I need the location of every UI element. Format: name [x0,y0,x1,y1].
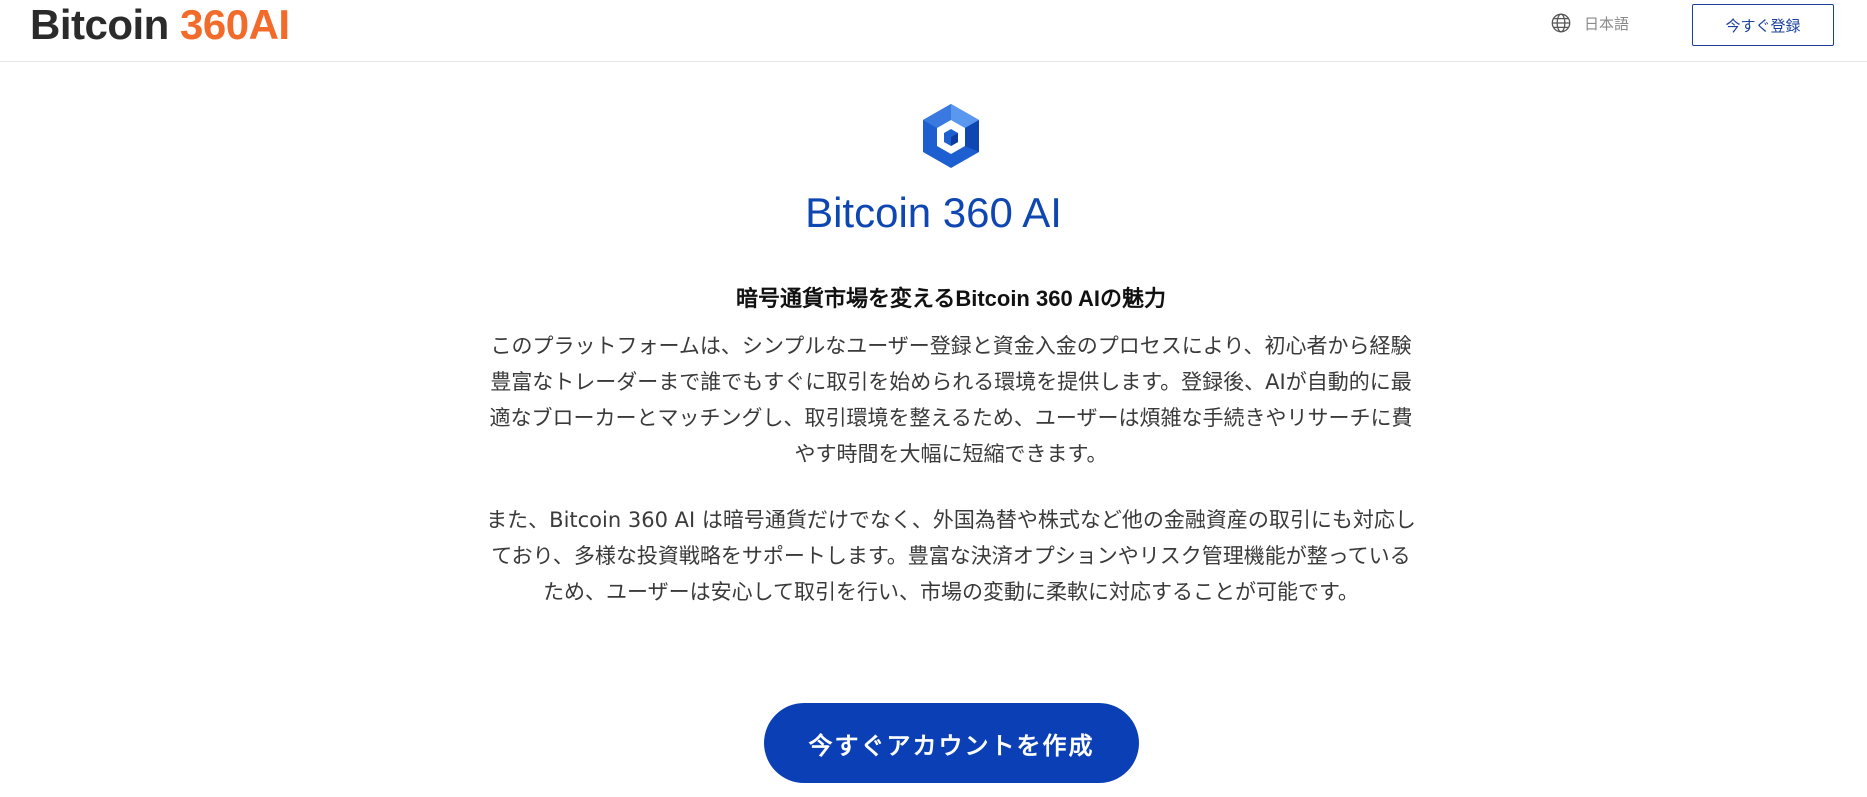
intro-paragraph-2: また、Bitcoin 360 AI は暗号通貨だけでなく、外国為替や株式など他の… [486,508,1416,604]
create-account-button[interactable]: 今すぐアカウントを作成 [764,703,1139,783]
section-heading: 暗号通貨市場を変えるBitcoin 360 AIの魅力 [735,286,1166,311]
hexagon-cube-logo-icon [919,102,983,172]
language-selector[interactable]: 日本語 [1550,12,1629,34]
logo-text-primary: Bitcoin [30,1,169,48]
intro-section: 暗号通貨市場を変えるBitcoin 360 AIの魅力 このプラットフォームは、… [486,282,1416,610]
logo-text-accent: 360AI [180,1,290,48]
language-label: 日本語 [1584,14,1630,33]
register-button[interactable]: 今すぐ登録 [1692,4,1834,46]
site-header: Bitcoin 360AI 日本語 今すぐ登録 [0,0,1867,62]
brand-title: Bitcoin 360 AI [805,189,1062,236]
globe-icon [1550,12,1572,34]
intro-paragraph-1: このプラットフォームは、シンプルなユーザー登録と資金入金のプロセスにより、初心者… [489,334,1413,466]
site-logo[interactable]: Bitcoin 360AI [30,0,290,50]
